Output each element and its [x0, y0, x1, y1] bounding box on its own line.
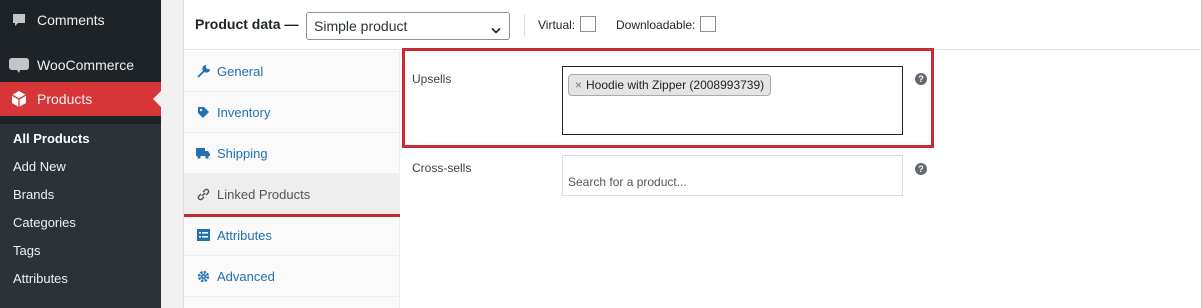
product-box-icon [9, 89, 29, 109]
downloadable-checkbox[interactable] [700, 16, 716, 32]
cross-sells-placeholder: Search for a product... [568, 175, 687, 189]
upsells-highlight-frame [402, 48, 934, 148]
submenu-tags[interactable]: Tags [13, 243, 40, 258]
virtual-label: Virtual: [538, 18, 576, 32]
product-data-tabs: General Inventory Shipping Linked Produc… [184, 51, 400, 308]
tab-inventory[interactable]: Inventory [184, 92, 399, 133]
comment-icon [9, 10, 29, 30]
wrench-icon [196, 64, 210, 78]
tab-advanced[interactable]: Advanced [184, 256, 399, 297]
product-data-panel: Product data — Simple product Virtual: D… [183, 0, 1202, 308]
menu-item-woocommerce[interactable]: WooCommerce [0, 48, 161, 82]
cross-sells-help-icon[interactable]: ? [915, 163, 927, 175]
menu-item-comments[interactable]: Comments [0, 3, 161, 37]
virtual-checkbox[interactable] [580, 16, 596, 32]
chevron-down-icon [491, 22, 501, 38]
gear-icon [196, 269, 210, 283]
cross-sells-input[interactable]: Search for a product... [562, 155, 903, 196]
menu-label-comments: Comments [37, 12, 105, 28]
tab-label-attributes: Attributes [217, 227, 272, 243]
submenu-all-products[interactable]: All Products [13, 131, 90, 146]
menu-item-products[interactable]: Products [0, 82, 161, 116]
tab-general[interactable]: General [184, 51, 399, 92]
tab-label-inventory: Inventory [217, 104, 271, 120]
tab-label-linked-products: Linked Products [217, 186, 311, 202]
product-data-header: Product data — Simple product Virtual: D… [184, 0, 1201, 50]
menu-label-products: Products [37, 91, 93, 107]
downloadable-label: Downloadable: [616, 18, 696, 32]
tab-label-general: General [217, 63, 264, 79]
tab-label-shipping: Shipping [217, 145, 268, 161]
header-divider [524, 14, 525, 36]
tab-shipping[interactable]: Shipping [184, 133, 399, 174]
active-tab-underline [184, 214, 400, 217]
submenu-attributes[interactable]: Attributes [13, 271, 68, 286]
admin-sidebar: Comments WooCommerce Products All Produc… [0, 0, 161, 308]
truck-icon [196, 146, 210, 160]
submenu-brands[interactable]: Brands [13, 187, 54, 202]
product-type-select[interactable]: Simple product [306, 12, 510, 40]
product-type-value: Simple product [314, 18, 408, 34]
submenu-add-new[interactable]: Add New [13, 159, 66, 174]
tab-label-advanced: Advanced [217, 268, 275, 284]
tab-linked-products[interactable]: Linked Products [184, 174, 399, 215]
link-icon [196, 187, 210, 201]
cross-sells-label: Cross-sells [412, 161, 472, 175]
list-icon [196, 228, 210, 242]
tab-attributes[interactable]: Attributes [184, 215, 399, 256]
menu-label-woocommerce: WooCommerce [37, 57, 134, 73]
submenu-categories[interactable]: Categories [13, 215, 76, 230]
products-submenu: All Products Add New Brands Categories T… [0, 124, 161, 308]
product-data-title: Product data — [195, 16, 299, 32]
woocommerce-icon [9, 55, 29, 75]
tag-icon [196, 105, 210, 119]
